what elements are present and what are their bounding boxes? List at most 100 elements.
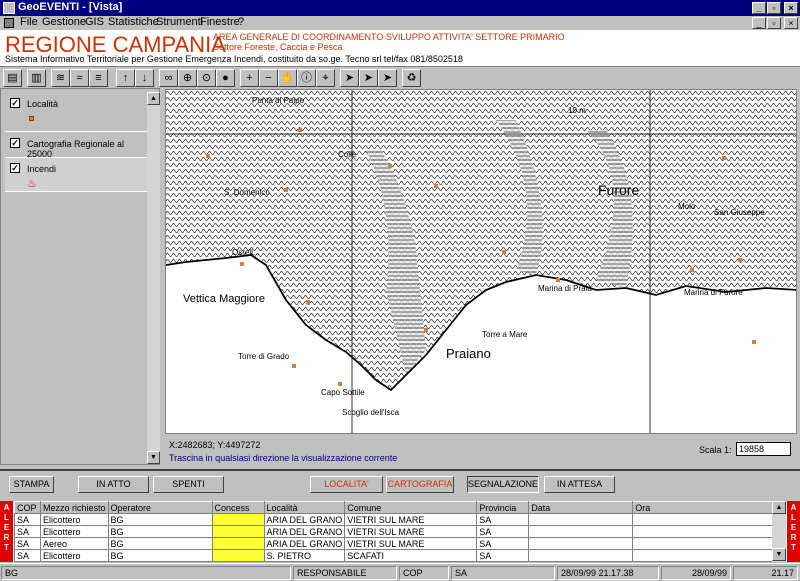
column-header[interactable]: Mezzo richiesto bbox=[40, 501, 109, 514]
localita-marker[interactable] bbox=[206, 154, 210, 158]
table-cell[interactable]: Elicottero bbox=[40, 525, 109, 538]
table-cell[interactable]: SA bbox=[476, 549, 530, 562]
alert-indicator-left[interactable]: ALERT bbox=[0, 501, 13, 562]
scale-input[interactable]: 19858 bbox=[736, 442, 791, 456]
legend-item-cartografia[interactable]: ✓ Cartografia Regionale al 25000 bbox=[5, 132, 148, 159]
localita-marker[interactable] bbox=[752, 340, 756, 344]
scroll-down-icon[interactable]: ▼ bbox=[147, 451, 160, 464]
table-cell[interactable] bbox=[211, 537, 265, 550]
table-scrollbar[interactable]: ▲ ▼ bbox=[772, 501, 786, 562]
table-row[interactable]: SA Elicottero BG ARIA DEL GRANO VIETRI SUL M… bbox=[14, 525, 786, 538]
table-cell[interactable]: SA bbox=[476, 537, 530, 550]
table-cell[interactable]: VIETRI SUL MARE bbox=[344, 537, 478, 550]
print-icon[interactable]: ▤ bbox=[3, 69, 22, 87]
pointer-minus-icon[interactable]: ➤ bbox=[378, 69, 397, 87]
legend-scrollbar[interactable]: ▲ ▼ bbox=[147, 92, 160, 464]
table-cell[interactable] bbox=[528, 525, 634, 538]
table-cell[interactable]: S. PIETRO bbox=[263, 549, 346, 562]
scroll-down-icon[interactable]: ▼ bbox=[772, 548, 786, 561]
localita-marker[interactable] bbox=[240, 262, 244, 266]
layer-edit-icon[interactable]: ≡ bbox=[89, 69, 108, 87]
table-cell[interactable]: BG bbox=[107, 525, 213, 538]
localita-marker[interactable] bbox=[690, 268, 694, 272]
table-cell[interactable]: Aereo bbox=[40, 537, 109, 550]
menu-file[interactable]: File bbox=[20, 16, 38, 28]
document-icon[interactable] bbox=[4, 18, 14, 28]
pointer-icon[interactable]: ➤ bbox=[340, 69, 359, 87]
table-cell[interactable]: ARIA DEL GRANO bbox=[263, 537, 346, 550]
table-cell[interactable]: VIETRI SUL MARE bbox=[344, 525, 478, 538]
localita-marker[interactable] bbox=[556, 278, 560, 282]
refresh-icon[interactable]: ♻ bbox=[402, 69, 421, 87]
table-cell[interactable]: BG bbox=[107, 537, 213, 550]
segnalazione-button[interactable]: SEGNALAZIONE bbox=[467, 476, 539, 493]
table-cell[interactable]: SA bbox=[14, 537, 41, 550]
table-cell[interactable]: SA bbox=[476, 513, 530, 526]
table-cell[interactable]: SCAFATI bbox=[344, 549, 478, 562]
maximize-button[interactable]: ▫ bbox=[767, 2, 781, 14]
localita-marker[interactable] bbox=[738, 258, 742, 262]
table-cell[interactable]: Elicottero bbox=[40, 513, 109, 526]
table-cell[interactable]: SA bbox=[14, 525, 41, 538]
doc-restore-button[interactable]: ▫ bbox=[767, 17, 781, 29]
table-row[interactable]: SA Elicottero BG ARIA DEL GRANO VIETRI SUL M… bbox=[14, 513, 786, 526]
in-atto-button[interactable]: IN ATTO bbox=[78, 476, 149, 493]
localita-marker[interactable] bbox=[338, 382, 342, 386]
column-header[interactable]: Concess bbox=[211, 501, 265, 514]
column-header[interactable]: Operatore bbox=[107, 501, 213, 514]
table-cell[interactable]: BG bbox=[107, 513, 213, 526]
menu-statistiche[interactable]: Statistiche bbox=[108, 16, 159, 28]
table-cell[interactable]: VIETRI SUL MARE bbox=[344, 513, 478, 526]
menu-gestione[interactable]: Gestione bbox=[42, 16, 86, 28]
pointer-plus-icon[interactable]: ➤ bbox=[359, 69, 378, 87]
table-cell[interactable] bbox=[632, 537, 786, 550]
zoom-out-icon[interactable]: − bbox=[259, 69, 278, 87]
layers-icon[interactable]: ▥ bbox=[27, 69, 46, 87]
minimize-button[interactable]: _ bbox=[752, 2, 766, 14]
column-header[interactable]: Comune bbox=[344, 501, 478, 514]
table-cell[interactable]: SA bbox=[14, 513, 41, 526]
table-row[interactable]: SA Elicottero BG S. PIETRO SCAFATI SA bbox=[14, 549, 786, 562]
info-icon[interactable]: ⓘ bbox=[297, 69, 316, 87]
legend-item-incendi[interactable]: ✓ Incendi ♨ bbox=[5, 158, 148, 192]
legend-checkbox-cartografia[interactable]: ✓ bbox=[10, 138, 20, 148]
zoom-in-icon[interactable]: + bbox=[240, 69, 259, 87]
table-cell[interactable] bbox=[211, 549, 265, 562]
localita-marker[interactable] bbox=[298, 128, 302, 132]
legend-item-localita[interactable]: ✓ Località bbox=[5, 92, 148, 132]
column-header[interactable]: Data bbox=[528, 501, 634, 514]
scroll-up-icon[interactable]: ▲ bbox=[772, 501, 786, 514]
topographic-map[interactable] bbox=[166, 90, 797, 434]
alert-indicator-right[interactable]: ALERT bbox=[787, 501, 800, 562]
app-icon[interactable] bbox=[3, 2, 15, 14]
column-header[interactable]: Località bbox=[263, 501, 346, 514]
layer-remove-icon[interactable]: ≈ bbox=[70, 69, 89, 87]
close-button[interactable]: × bbox=[784, 2, 798, 14]
table-row[interactable]: SA Aereo BG ARIA DEL GRANO VIETRI SUL MARE SA bbox=[14, 537, 786, 550]
localita-marker[interactable] bbox=[502, 250, 506, 254]
table-cell[interactable] bbox=[632, 513, 786, 526]
spenti-button[interactable]: SPENTI bbox=[153, 476, 224, 493]
table-cell[interactable]: ARIA DEL GRANO bbox=[263, 513, 346, 526]
doc-close-button[interactable]: × bbox=[784, 17, 798, 29]
map-view[interactable]: Punta di Paipo Colle S. Domenico Osrell.… bbox=[165, 89, 797, 434]
in-attesa-button[interactable]: IN ATTESA bbox=[544, 476, 615, 493]
legend-checkbox-incendi[interactable]: ✓ bbox=[10, 163, 20, 173]
table-cell[interactable] bbox=[632, 549, 786, 562]
scroll-up-icon[interactable]: ▲ bbox=[147, 92, 160, 105]
column-header[interactable]: Ora bbox=[632, 501, 786, 514]
menu-help[interactable]: ? bbox=[238, 16, 244, 28]
column-header[interactable]: COP bbox=[14, 501, 41, 514]
doc-minimize-button[interactable]: _ bbox=[752, 17, 766, 29]
table-cell[interactable]: SA bbox=[14, 549, 41, 562]
table-cell[interactable]: BG bbox=[107, 549, 213, 562]
table-cell[interactable]: SA bbox=[476, 525, 530, 538]
stampa-button[interactable]: STAMPA bbox=[9, 476, 54, 493]
table-cell[interactable]: ARIA DEL GRANO bbox=[263, 525, 346, 538]
column-header[interactable]: Provincia bbox=[476, 501, 530, 514]
menu-finestre[interactable]: Finestre bbox=[200, 16, 240, 28]
table-cell[interactable] bbox=[528, 537, 634, 550]
cartografia-button[interactable]: CARTOGRAFIA bbox=[386, 476, 454, 493]
legend-checkbox-localita[interactable]: ✓ bbox=[10, 98, 20, 108]
move-down-icon[interactable]: ↓ bbox=[135, 69, 154, 87]
